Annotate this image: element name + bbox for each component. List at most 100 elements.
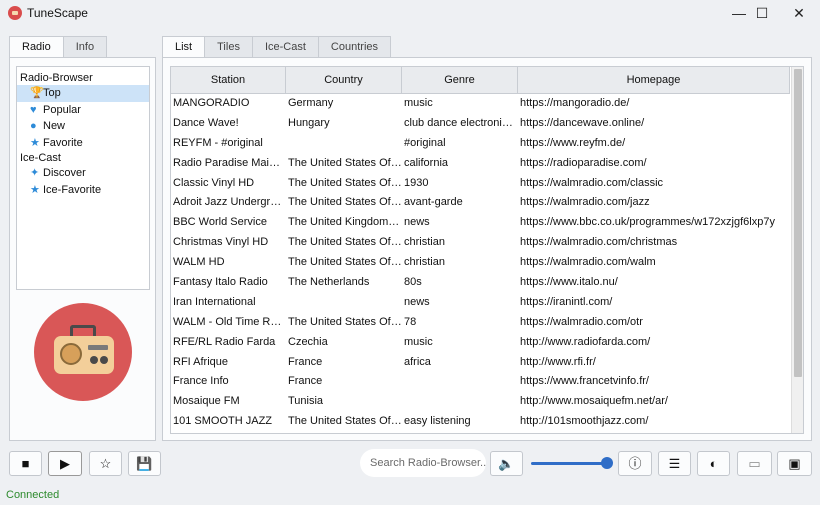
tree-item-popular[interactable]: ♥ Popular bbox=[17, 102, 149, 119]
save-button[interactable]: 💾 bbox=[128, 451, 161, 476]
stop-button[interactable]: ■ bbox=[9, 451, 42, 476]
station-cell: BBC World Service bbox=[173, 216, 267, 229]
picture-in-picture-button[interactable]: ▣ bbox=[777, 451, 812, 476]
station-cell: REYFM - #original bbox=[173, 136, 263, 149]
country-cell: Czechia bbox=[288, 335, 328, 348]
homepage-cell: https://radioparadise.com/ bbox=[520, 156, 647, 169]
heart-icon: ♥ bbox=[30, 103, 37, 116]
menu-button[interactable]: ☰ bbox=[658, 451, 691, 476]
tab-tiles[interactable]: Tiles bbox=[204, 36, 253, 58]
view-tab-bar: List Tiles Ice-Cast Countries bbox=[162, 36, 391, 58]
tree-item-top[interactable]: 🏆 Top bbox=[17, 85, 149, 102]
theme-toggle-button[interactable]: ◐ bbox=[697, 451, 730, 476]
homepage-cell: https://iranintl.com/ bbox=[520, 295, 613, 308]
table-row[interactable]: BBC World Service The United Kingdom Of..… bbox=[171, 213, 790, 233]
tree-item-new[interactable]: ● New bbox=[17, 118, 149, 135]
table-row[interactable]: RFI Afrique France africa http://www.rfi.fr… bbox=[171, 353, 790, 373]
station-list-panel: Station Country Genre Homepage MANGORADI… bbox=[162, 57, 812, 441]
country-cell: Tunisia bbox=[288, 395, 324, 408]
mini-player-button[interactable]: ▭ bbox=[737, 451, 772, 476]
maximize-button[interactable]: ☐ bbox=[745, 0, 779, 26]
favorite-button[interactable]: ☆ bbox=[89, 451, 122, 476]
info-button[interactable]: ⓘ bbox=[618, 451, 652, 476]
info-icon: ● bbox=[30, 120, 37, 132]
table-row[interactable]: MANGORADIO Germany music https://mangoradio… bbox=[171, 94, 790, 114]
genre-cell bbox=[402, 372, 518, 392]
play-button[interactable]: ▶ bbox=[48, 451, 82, 476]
genre-cell: 78 bbox=[404, 315, 417, 328]
table-row[interactable]: France Info France https://www.francetvinf… bbox=[171, 372, 790, 392]
homepage-cell: http://101smoothjazz.com/ bbox=[520, 415, 649, 428]
star-icon: ★ bbox=[30, 136, 40, 149]
tab-radio[interactable]: Radio bbox=[9, 36, 64, 58]
tree-item-ice-favorite[interactable]: ★ Ice-Favorite bbox=[17, 182, 149, 199]
table-scrollbar[interactable] bbox=[791, 67, 803, 433]
homepage-cell: https://mangoradio.de/ bbox=[520, 97, 630, 109]
table-row[interactable]: Christmas Vinyl HD The United States Of A… bbox=[171, 233, 790, 253]
tree-item-discover[interactable]: ✦ Discover bbox=[17, 165, 149, 182]
table-row[interactable]: RFE/RL Radio Farda Czechia music http://www… bbox=[171, 333, 790, 353]
trophy-icon: 🏆 bbox=[30, 87, 44, 99]
table-row[interactable]: REYFM - #original #original https://www.re… bbox=[171, 134, 790, 154]
homepage-cell: https://dancewave.online/ bbox=[520, 116, 645, 129]
homepage-cell: http://www.rfi.fr/ bbox=[520, 355, 596, 368]
column-header-genre[interactable]: Genre bbox=[402, 67, 518, 94]
station-cell: Iran International bbox=[173, 295, 256, 308]
table-row[interactable]: Iran International news https://iranintl.c… bbox=[171, 293, 790, 313]
tree-item-label: Favorite bbox=[43, 136, 83, 149]
genre-cell: news bbox=[404, 216, 430, 229]
table-row[interactable]: WALM - Old Time Radio The United States O… bbox=[171, 313, 790, 333]
search-input[interactable] bbox=[360, 449, 486, 477]
station-cell: RFI Afrique bbox=[173, 355, 229, 368]
tree-item-favorite[interactable]: ★ Favorite bbox=[17, 135, 149, 152]
genre-cell: easy listening bbox=[404, 415, 471, 428]
tree-item-label: Ice-Favorite bbox=[43, 183, 102, 196]
country-cell: The Netherlands bbox=[288, 276, 370, 289]
country-cell: Hungary bbox=[288, 116, 330, 129]
volume-slider[interactable] bbox=[531, 462, 607, 465]
genre-cell bbox=[402, 392, 518, 412]
genre-cell: club dance electronic h... bbox=[404, 116, 518, 129]
tab-ice-cast[interactable]: Ice-Cast bbox=[251, 36, 319, 58]
genre-cell: africa bbox=[404, 355, 431, 368]
genre-cell: 80s bbox=[404, 276, 422, 289]
table-row[interactable]: Adroit Jazz Underground The United States… bbox=[171, 193, 790, 213]
mute-button[interactable]: 🔈 bbox=[490, 451, 523, 476]
station-cell: France Info bbox=[173, 375, 229, 388]
homepage-cell: http://www.radiofarda.com/ bbox=[520, 335, 651, 348]
tab-countries[interactable]: Countries bbox=[317, 36, 391, 58]
app-title: TuneScape bbox=[27, 6, 88, 20]
homepage-cell: https://www.reyfm.de/ bbox=[520, 136, 626, 149]
tab-info[interactable]: Info bbox=[62, 36, 108, 58]
tab-list[interactable]: List bbox=[162, 36, 206, 58]
genre-cell: music bbox=[404, 97, 433, 109]
homepage-cell: https://walmradio.com/christmas bbox=[520, 236, 678, 249]
table-row[interactable]: 101 SMOOTH JAZZ The United States Of A...… bbox=[171, 412, 790, 432]
column-header-country[interactable]: Country bbox=[286, 67, 402, 94]
volume-slider-thumb[interactable] bbox=[601, 457, 613, 469]
station-cell: 101 SMOOTH JAZZ bbox=[173, 415, 273, 428]
tree-item-label: Top bbox=[43, 87, 61, 99]
country-cell bbox=[286, 293, 402, 313]
scrollbar-thumb[interactable] bbox=[794, 69, 802, 377]
column-header-homepage[interactable]: Homepage bbox=[518, 67, 790, 94]
table-row[interactable]: Classic Vinyl HD The United States Of A..… bbox=[171, 174, 790, 194]
close-button[interactable]: ✕ bbox=[782, 0, 816, 26]
genre-cell: avant-garde bbox=[404, 196, 463, 209]
table-header: Station Country Genre Homepage bbox=[171, 67, 790, 94]
table-row[interactable]: WALM HD The United States Of A... christia… bbox=[171, 253, 790, 273]
homepage-cell: https://www.italo.nu/ bbox=[520, 276, 618, 289]
table-row[interactable]: Radio Paradise Main Mi...The United Stat… bbox=[171, 154, 790, 174]
tree-group-radio-browser[interactable]: Radio-Browser bbox=[17, 71, 149, 85]
table-row[interactable]: Mosaique FM Tunisia http://www.mosaiquefm.… bbox=[171, 392, 790, 412]
country-cell: The United States Of A... bbox=[288, 415, 402, 428]
column-header-station[interactable]: Station bbox=[171, 67, 286, 94]
homepage-cell: https://walmradio.com/jazz bbox=[520, 196, 650, 209]
genre-cell: christian bbox=[404, 236, 445, 249]
genre-cell: christian bbox=[404, 256, 445, 269]
table-row[interactable]: Dance Wave! Hungary club dance electronic … bbox=[171, 114, 790, 134]
tree-group-ice-cast[interactable]: Ice-Cast bbox=[17, 151, 149, 165]
country-cell: The United Kingdom Of... bbox=[288, 216, 402, 229]
title-bar: TuneScape — ☐ ✕ bbox=[0, 0, 820, 26]
table-row[interactable]: Fantasy Italo Radio The Netherlands 80s htt… bbox=[171, 273, 790, 293]
